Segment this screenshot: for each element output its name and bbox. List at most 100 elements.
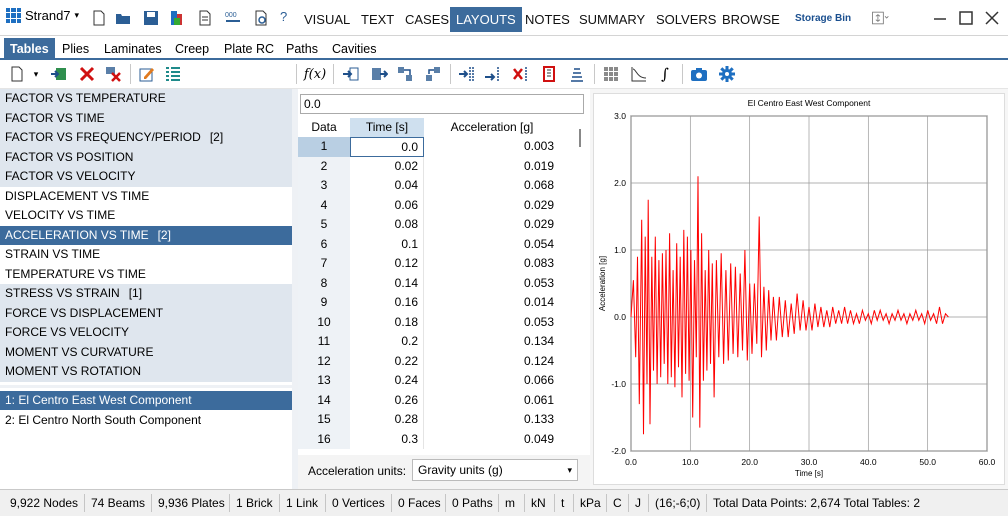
table-list-icon[interactable]: [164, 65, 182, 83]
grid-scrollbar[interactable]: [576, 127, 584, 447]
new-table-icon[interactable]: [8, 65, 26, 83]
sub-tab-tables[interactable]: Tables: [4, 38, 55, 60]
table-type-item[interactable]: FACTOR VS TIME: [0, 108, 292, 128]
edit-icon[interactable]: [138, 65, 156, 83]
integral-button[interactable]: ∫: [656, 65, 674, 83]
acceleration-cell[interactable]: 0.083: [424, 254, 560, 274]
time-cell[interactable]: 0.18: [350, 312, 424, 332]
delete-icon[interactable]: [78, 65, 96, 83]
row-index-cell[interactable]: 6: [298, 234, 350, 254]
acceleration-cell[interactable]: 0.029: [424, 196, 560, 216]
table-type-item[interactable]: STRESS VS STRAIN [1]: [0, 284, 292, 304]
row-index-cell[interactable]: 1: [298, 137, 350, 157]
acceleration-cell[interactable]: 0.134: [424, 332, 560, 352]
acceleration-cell[interactable]: 0.133: [424, 410, 560, 430]
maximize-icon[interactable]: [956, 8, 976, 28]
sub-tab-creep[interactable]: Creep: [169, 38, 215, 60]
help-icon[interactable]: ?: [280, 9, 298, 27]
chart-view-icon[interactable]: [630, 65, 648, 83]
app-menu-button[interactable]: Strand7 ▾: [6, 8, 79, 23]
time-cell[interactable]: 0.06: [350, 195, 424, 215]
acceleration-cell[interactable]: 0.049: [424, 430, 560, 450]
menu-tab-notes[interactable]: NOTES: [519, 7, 576, 32]
table-type-item[interactable]: FACTOR VS VELOCITY: [0, 167, 292, 187]
row-index-cell[interactable]: 4: [298, 195, 350, 215]
close-icon[interactable]: [982, 8, 1002, 28]
menu-tab-cases[interactable]: CASES: [399, 7, 455, 32]
acceleration-cell[interactable]: 0.014: [424, 293, 560, 313]
time-cell[interactable]: 0.04: [350, 176, 424, 196]
acceleration-cell[interactable]: 0.068: [424, 176, 560, 196]
notes-icon[interactable]: [196, 9, 214, 27]
time-cell[interactable]: 0.12: [350, 254, 424, 274]
table-list-item[interactable]: 2: El Centro North South Component: [0, 411, 292, 430]
delete-all-icon[interactable]: [104, 65, 122, 83]
menu-tab-summary[interactable]: SUMMARY: [573, 7, 651, 32]
preview-search-icon[interactable]: [252, 9, 270, 27]
time-cell[interactable]: 0.3: [350, 429, 424, 449]
insert-row-icon[interactable]: [342, 65, 360, 83]
append-column-icon[interactable]: [484, 65, 502, 83]
row-index-cell[interactable]: 9: [298, 293, 350, 313]
row-index-cell[interactable]: 7: [298, 254, 350, 274]
ribbon-options-icon[interactable]: [870, 8, 890, 28]
table-type-item[interactable]: FACTOR VS FREQUENCY/PERIOD [2]: [0, 128, 292, 148]
row-index-cell[interactable]: 3: [298, 176, 350, 196]
grid-header-data[interactable]: Data: [298, 118, 350, 137]
storage-bin-label[interactable]: Storage Bin: [795, 13, 851, 24]
row-index-cell[interactable]: 11: [298, 332, 350, 352]
time-cell[interactable]: 0.26: [350, 390, 424, 410]
model-info-icon[interactable]: [168, 9, 186, 27]
time-cell[interactable]: 0.08: [350, 215, 424, 235]
sub-tab-laminates[interactable]: Laminates: [98, 38, 168, 60]
sub-tab-paths[interactable]: Paths: [280, 38, 324, 60]
table-type-item[interactable]: TEMPERATURE VS TIME: [0, 264, 292, 284]
time-cell[interactable]: 0.22: [350, 351, 424, 371]
menu-tab-browse[interactable]: BROWSE: [716, 7, 786, 32]
time-cell[interactable]: 0.24: [350, 371, 424, 391]
move-rows-icon[interactable]: [396, 65, 414, 83]
table-type-item[interactable]: FORCE VS VELOCITY: [0, 323, 292, 343]
gear-icon[interactable]: [718, 65, 736, 83]
acceleration-chart[interactable]: 0.0 10.0 20.0 30.0 40.0 50.0 60.03.02.01.00.0-…: [593, 93, 1005, 485]
new-file-icon[interactable]: [90, 9, 108, 27]
time-cell[interactable]: 0.02: [350, 156, 424, 176]
row-index-cell[interactable]: 15: [298, 410, 350, 430]
acceleration-cell[interactable]: 0.003: [424, 137, 560, 157]
row-index-cell[interactable]: 13: [298, 371, 350, 391]
grid-view-icon[interactable]: [602, 65, 620, 83]
table-type-item[interactable]: MOMENT VS CURVATURE: [0, 342, 292, 362]
time-cell[interactable]: 0.1: [350, 234, 424, 254]
function-button[interactable]: f(x): [304, 65, 326, 83]
row-index-cell[interactable]: 8: [298, 273, 350, 293]
insert-column-icon[interactable]: [458, 65, 476, 83]
swap-rows-icon[interactable]: [424, 65, 442, 83]
table-type-item[interactable]: DISPLACEMENT VS TIME: [0, 186, 292, 206]
grid-header-acceleration[interactable]: Acceleration [g]: [424, 118, 560, 137]
grid-header-time[interactable]: Time [s]: [350, 118, 424, 137]
units-dropdown[interactable]: Gravity units (g) ▾: [412, 459, 578, 481]
table-type-item[interactable]: FACTOR VS POSITION: [0, 147, 292, 167]
acceleration-cell[interactable]: 0.066: [424, 371, 560, 391]
camera-icon[interactable]: [690, 65, 708, 83]
row-index-cell[interactable]: 5: [298, 215, 350, 235]
menu-tab-visual[interactable]: VISUAL: [298, 7, 356, 32]
import-table-icon[interactable]: [50, 65, 68, 83]
sort-icon[interactable]: [568, 65, 586, 83]
time-cell[interactable]: 0.2: [350, 332, 424, 352]
time-cell[interactable]: 0.0: [350, 137, 424, 157]
row-index-cell[interactable]: 2: [298, 156, 350, 176]
row-index-cell[interactable]: 10: [298, 312, 350, 332]
table-type-item[interactable]: FACTOR VS TEMPERATURE: [0, 89, 292, 109]
delete-column-icon[interactable]: [512, 65, 530, 83]
chevron-down-icon[interactable]: ▾: [30, 65, 42, 83]
cell-value-input[interactable]: 0.0: [300, 94, 584, 114]
numbering-icon[interactable]: 000: [224, 9, 242, 27]
minimize-icon[interactable]: [930, 8, 950, 28]
acceleration-cell[interactable]: 0.061: [424, 391, 560, 411]
list-splitter[interactable]: [0, 385, 292, 388]
sub-tab-plate-rc[interactable]: Plate RC: [218, 38, 280, 60]
append-row-icon[interactable]: [370, 65, 388, 83]
time-cell[interactable]: 0.16: [350, 293, 424, 313]
row-index-cell[interactable]: 14: [298, 390, 350, 410]
